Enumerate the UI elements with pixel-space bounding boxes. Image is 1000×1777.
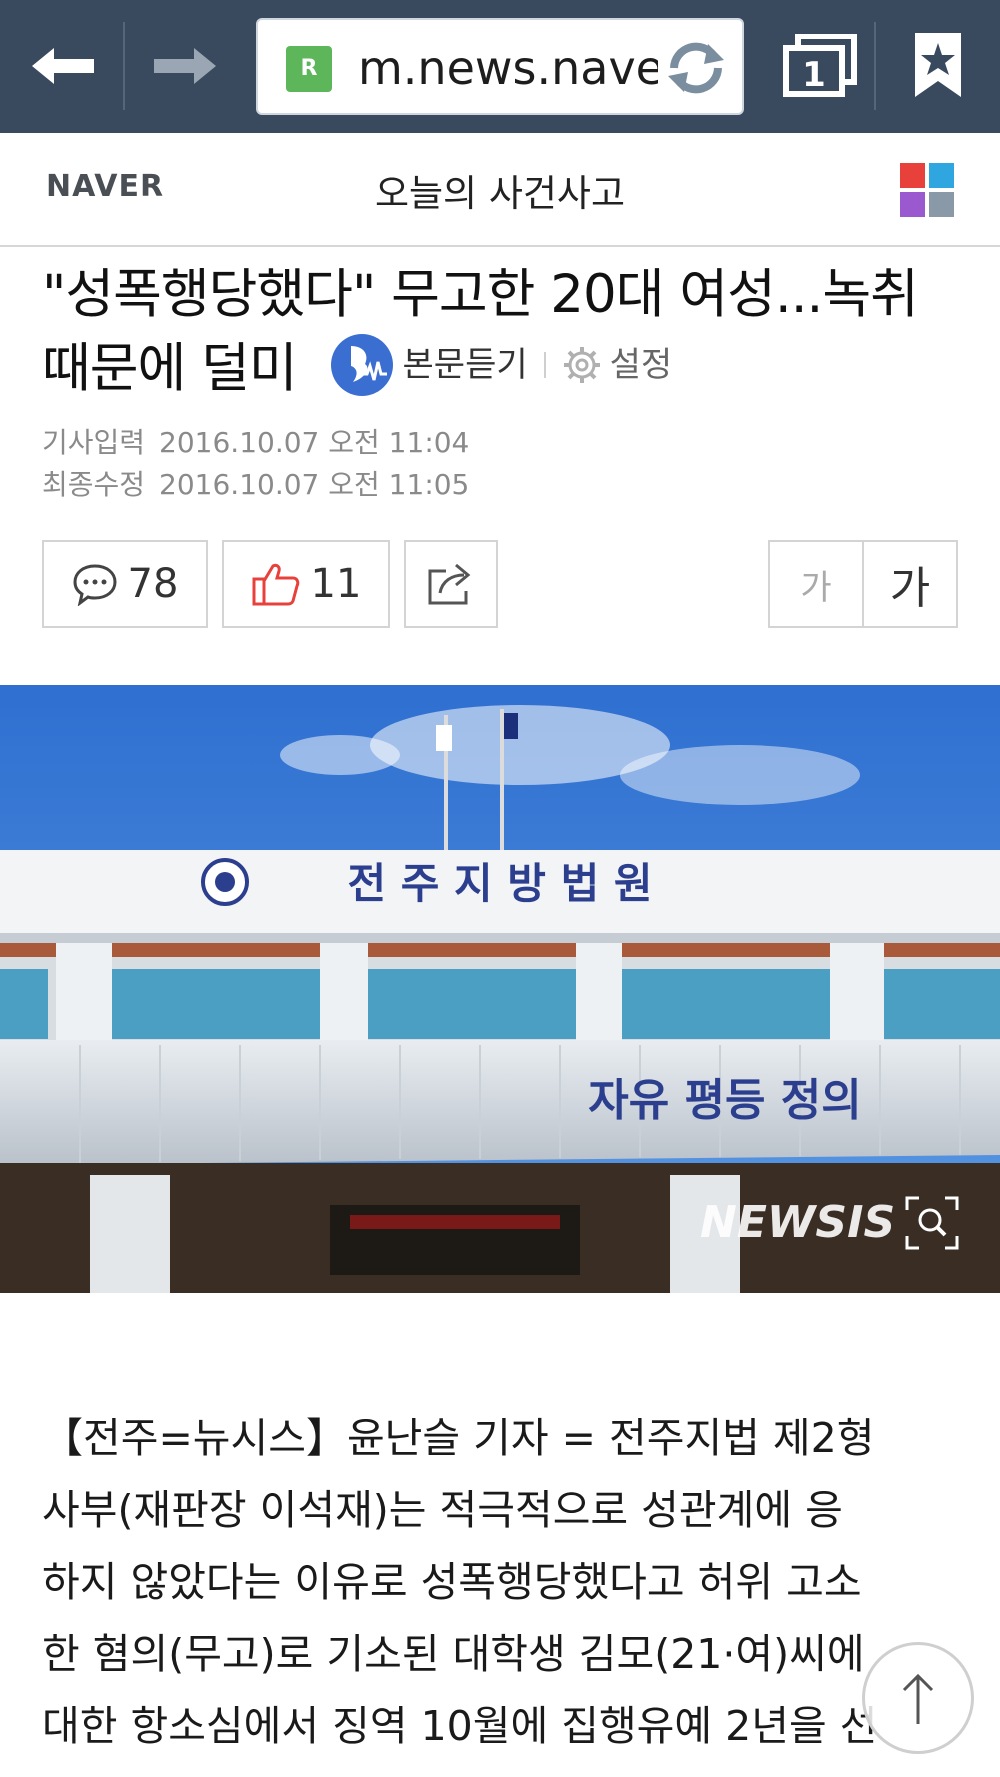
tabs-button[interactable]: 1 — [775, 18, 865, 114]
toolbar-divider — [874, 22, 876, 110]
thumbs-up-icon — [252, 563, 299, 606]
published-row: 기사입력 2016.10.07 오전 11:04 — [42, 422, 483, 464]
modified-date: 2016.10.07 오전 11:05 — [159, 468, 470, 501]
article-photo[interactable]: 전 주 지 방 법 원 자유 평등 정의 NEWSIS — [0, 685, 1000, 1293]
divider — [543, 352, 546, 379]
body-line: 사부(재판장 이석재)는 적극적으로 성관계에 응 — [42, 1486, 843, 1534]
like-count: 11 — [310, 561, 362, 607]
headline-line-1: "성폭행당했다" 무고한 20대 여성...녹취 — [42, 264, 919, 325]
court-motto-text: 자유 평등 정의 — [588, 1075, 862, 1126]
back-button[interactable] — [18, 18, 108, 114]
courthouse-image: 전 주 지 방 법 원 자유 평등 정의 NEWSIS — [0, 685, 1000, 1293]
headline-line-2: 때문에 덜미 본문듣기 설정 — [42, 332, 962, 408]
arrow-up-icon — [902, 1673, 934, 1724]
arrow-left-icon — [32, 48, 94, 84]
listen-group: 본문듣기 설정 — [330, 328, 673, 402]
share-button[interactable] — [404, 540, 498, 628]
font-size-increase-button[interactable]: 가 — [862, 540, 958, 628]
comment-count: 78 — [127, 561, 179, 607]
browser-toolbar: R m.news.naver.com 1 — [0, 0, 1000, 133]
scroll-to-top-button[interactable] — [862, 1642, 974, 1754]
modified-label: 최종수정 — [42, 468, 146, 501]
bookmark-button[interactable] — [890, 18, 985, 114]
naver-logo[interactable]: NAVER — [46, 169, 164, 204]
published-label: 기사입력 — [42, 426, 146, 459]
reader-icon[interactable]: R — [286, 46, 332, 92]
modified-row: 최종수정 2016.10.07 오전 11:05 — [42, 464, 483, 506]
photo-zoom-button[interactable] — [905, 1196, 959, 1250]
site-header: NAVER 오늘의 사건사고 — [0, 133, 1000, 247]
forward-button[interactable] — [140, 18, 230, 114]
body-line: 하지 않았다는 이유로 성폭행당했다고 허위 고소 — [42, 1558, 862, 1606]
like-button[interactable]: 11 — [222, 540, 390, 628]
article-headline: "성폭행당했다" 무고한 20대 여성...녹취 때문에 덜미 본문듣기 설정 — [42, 258, 962, 408]
photo-watermark: NEWSIS — [700, 1197, 895, 1248]
body-line: 한 혐의(무고)로 기소된 대학생 김모(21·여)씨에 — [42, 1630, 865, 1678]
body-line: 【전주=뉴시스】윤난슬 기자 = 전주지법 제2형 — [42, 1414, 875, 1462]
published-date: 2016.10.07 오전 11:04 — [159, 426, 470, 459]
section-title[interactable]: 오늘의 사건사고 — [300, 163, 700, 217]
address-bar[interactable]: R m.news.naver.com — [256, 18, 744, 115]
listen-button[interactable]: 본문듣기 — [403, 328, 528, 402]
tabs-icon: 1 — [783, 34, 857, 97]
zoom-magnifier-icon — [905, 1196, 959, 1250]
listen-audio-icon[interactable] — [330, 334, 393, 397]
headline-line-2-text: 때문에 덜미 — [42, 338, 298, 399]
url-text[interactable]: m.news.naver.com — [358, 38, 658, 98]
article-meta: 기사입력 2016.10.07 오전 11:04 최종수정 2016.10.07 오… — [42, 422, 483, 506]
reload-icon[interactable] — [664, 38, 728, 98]
toolbar-divider — [123, 22, 125, 110]
comment-button[interactable]: 78 — [42, 540, 208, 628]
arrow-right-icon — [154, 48, 216, 84]
tab-count: 1 — [802, 55, 826, 95]
settings-button[interactable]: 설정 — [610, 328, 673, 402]
bookmark-star-icon — [914, 33, 961, 97]
share-icon — [428, 563, 471, 605]
court-sign-text: 전 주 지 방 법 원 — [348, 859, 653, 908]
apps-menu-icon[interactable] — [900, 163, 954, 217]
gear-icon[interactable] — [562, 345, 602, 385]
article-body: 【전주=뉴시스】윤난슬 기자 = 전주지법 제2형 사부(재판장 이석재)는 적… — [42, 1402, 962, 1762]
body-line: 대한 항소심에서 징역 10월에 집행유예 2년을 선 — [42, 1702, 878, 1750]
font-size-decrease-button[interactable]: 가 — [768, 540, 864, 628]
comment-bubble-icon — [73, 564, 117, 606]
